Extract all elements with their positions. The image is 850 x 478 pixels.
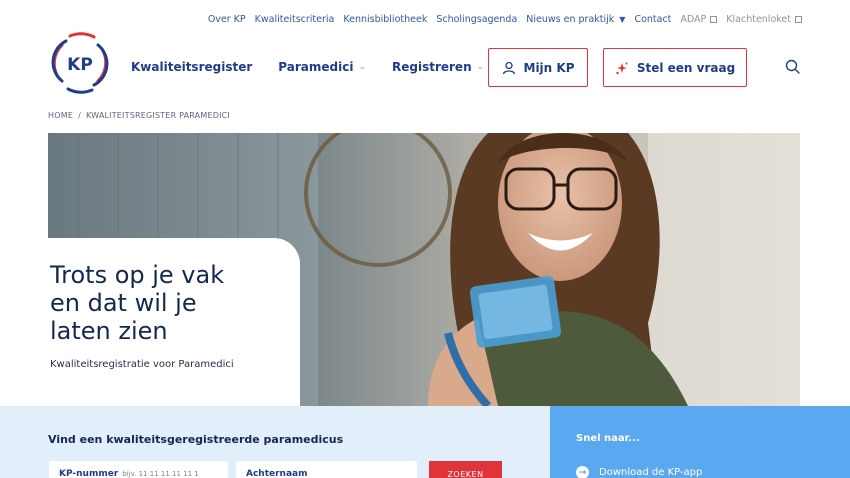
last-name-input[interactable]: Achternaam [236, 461, 417, 478]
stel-een-vraag-button[interactable]: Stel een vraag [603, 48, 747, 87]
topnav-label: Klachtenloket [726, 14, 791, 25]
topnav-link-over-kp[interactable]: Over KP [208, 14, 246, 25]
search-submit-button[interactable]: ZOEKEN [429, 461, 502, 478]
mainnav-paramedici[interactable]: Paramedici ⌄ [278, 60, 366, 74]
quick-link-label: Download de KP-app [599, 467, 703, 478]
topnav-link-adap[interactable]: ADAP [680, 14, 718, 25]
hero-subtitle: Kwaliteitsregistratie voor Paramedici [50, 359, 234, 370]
kp-number-label: KP-nummer [59, 469, 119, 478]
chevron-down-icon: ⌄ [476, 62, 485, 72]
breadcrumb-separator: / [78, 111, 81, 120]
hero-title-line: laten zien [50, 317, 168, 345]
quick-link-download-app[interactable]: → Download de KP-app [576, 466, 702, 478]
quick-links-title: Snel naar... [576, 433, 640, 444]
topnav-label: Nieuws en praktijk [526, 14, 615, 25]
topnav-link-klachtenloket[interactable]: Klachtenloket [726, 14, 802, 25]
main-nav: Kwaliteitsregister Paramedici ⌄ Registrer… [131, 60, 510, 74]
hero-card: Trots op je vak en dat wil je laten zien… [32, 238, 300, 406]
kp-logo-mark: KP [51, 32, 109, 94]
topnav-label: Scholingsagenda [436, 14, 518, 25]
mijn-kp-label: Mijn KP [523, 60, 575, 75]
sparkle-icon [615, 61, 629, 75]
hero-title: Trots op je vak en dat wil je laten zien [50, 261, 282, 345]
external-link-icon [795, 16, 802, 23]
topnav-label: Contact [634, 14, 672, 25]
topnav-link-scholingsagenda[interactable]: Scholingsagenda [436, 14, 517, 25]
hero-title-line: en dat wil je [50, 289, 197, 317]
kp-number-hint: bijv. 11 11 11 11 11 1 [122, 470, 199, 478]
chevron-down-icon: ⌄ [358, 62, 366, 72]
search-icon[interactable] [784, 58, 802, 76]
kp-logo[interactable]: KP [48, 31, 112, 95]
mainnav-label: Paramedici [278, 60, 354, 74]
hero-title-line: Trots op je vak [50, 261, 225, 289]
stel-een-vraag-label: Stel een vraag [636, 60, 736, 75]
external-link-icon [710, 16, 718, 23]
mainnav-kwaliteitsregister[interactable]: Kwaliteitsregister [131, 60, 252, 74]
topnav-label: Over KP [207, 14, 246, 25]
mainnav-label: Kwaliteitsregister [131, 60, 253, 74]
user-icon [502, 61, 516, 75]
mainnav-registreren[interactable]: Registreren ⌄ [392, 60, 484, 74]
logo-text: KP [67, 55, 93, 75]
mijn-kp-button[interactable]: Mijn KP [488, 48, 588, 87]
topnav-link-nieuws[interactable]: Nieuws en praktijk ▼ [526, 14, 625, 25]
breadcrumb-home[interactable]: HOME [48, 111, 73, 120]
topnav-link-kennisbibliotheek[interactable]: Kennisbibliotheek [343, 14, 427, 25]
topnav-label: ADAP [680, 14, 707, 25]
topnav-link-contact[interactable]: Contact [634, 14, 671, 25]
breadcrumb: HOME / KWALITEITSREGISTER PARAMEDICI [48, 111, 230, 120]
last-name-label: Achternaam [246, 469, 308, 478]
kp-number-input[interactable]: KP-nummer bijv. 11 11 11 11 11 1 [49, 461, 228, 478]
arrow-right-icon: → [576, 466, 589, 478]
topnav-label: Kwaliteitscriteria [254, 14, 335, 25]
search-title: Vind een kwaliteitsgeregistreerde parame… [48, 433, 344, 446]
topnav-link-kwaliteitscriteria[interactable]: Kwaliteitscriteria [255, 14, 335, 25]
topnav-label: Kennisbibliotheek [343, 14, 428, 25]
chevron-down-icon: ▼ [619, 15, 626, 24]
mainnav-label: Registreren [392, 60, 472, 74]
breadcrumb-current: KWALITEITSREGISTER PARAMEDICI [85, 111, 230, 120]
top-utility-nav: Over KP Kwaliteitscriteria Kennisbibliot… [199, 14, 802, 25]
